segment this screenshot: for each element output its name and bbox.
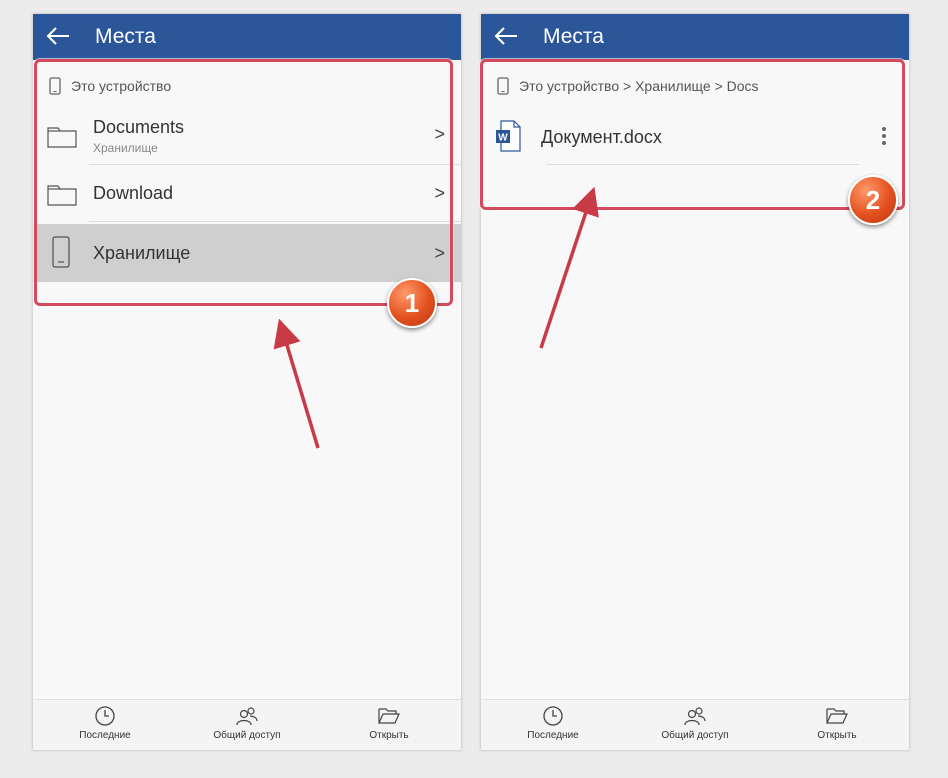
annotation-arrows [273, 186, 599, 449]
arrow-to-document [539, 186, 599, 349]
arrow-to-storage [273, 318, 320, 449]
